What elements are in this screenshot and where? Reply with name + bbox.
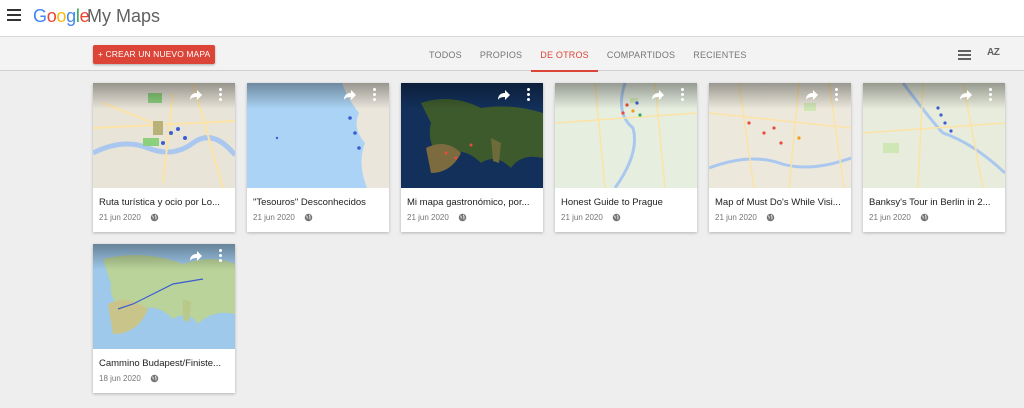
- create-map-button[interactable]: + CREAR UN NUEVO MAPA: [93, 45, 216, 64]
- map-date: 21 jun 2020: [99, 213, 141, 222]
- app-header: Google My Maps: [0, 0, 1024, 36]
- map-date: 21 jun 2020: [715, 213, 757, 222]
- more-options-icon[interactable]: [681, 88, 685, 102]
- map-title: Mi mapa gastronómico, por...: [407, 197, 530, 208]
- europe-terrain-map-thumbnail: [93, 244, 235, 349]
- map-card[interactable]: Mi mapa gastronómico, por... 21 jun 2020: [401, 83, 543, 232]
- prague-map-thumbnail: [555, 83, 697, 188]
- menu-icon[interactable]: [7, 9, 21, 21]
- globe-icon: [458, 213, 467, 222]
- globe-icon: [304, 213, 313, 222]
- more-options-icon[interactable]: [219, 88, 223, 102]
- share-icon[interactable]: [805, 89, 819, 101]
- map-date: 21 jun 2020: [253, 213, 295, 222]
- toolbar: + CREAR UN NUEVO MAPA TODOS PROPIOS DE O…: [0, 36, 1024, 72]
- map-title: "Tesouros" Desconhecidos: [253, 197, 366, 208]
- iberia-coast-map-thumbnail: [247, 83, 389, 188]
- map-card[interactable]: Map of Must Do's While Visi... 21 jun 20…: [709, 83, 851, 232]
- tab-recientes[interactable]: RECIENTES: [684, 37, 755, 72]
- globe-icon: [920, 213, 929, 222]
- europe-satellite-map-thumbnail: [401, 83, 543, 188]
- london-map-thumbnail: [93, 83, 235, 188]
- map-title: Cammino Budapest/Finiste...: [99, 358, 221, 369]
- map-title: Honest Guide to Prague: [561, 197, 663, 208]
- more-options-icon[interactable]: [989, 88, 993, 102]
- more-options-icon[interactable]: [835, 88, 839, 102]
- more-options-icon[interactable]: [373, 88, 377, 102]
- map-title: Banksy's Tour in Berlin in 2...: [869, 197, 991, 208]
- globe-icon: [150, 374, 159, 383]
- share-icon[interactable]: [959, 89, 973, 101]
- map-card[interactable]: Cammino Budapest/Finiste... 18 jun 2020: [93, 244, 235, 393]
- map-title: Ruta turística y ocio por Lo...: [99, 197, 220, 208]
- berlin-map-thumbnail: [863, 83, 1005, 188]
- globe-icon: [150, 213, 159, 222]
- map-date: 21 jun 2020: [561, 213, 603, 222]
- map-card[interactable]: "Tesouros" Desconhecidos 21 jun 2020: [247, 83, 389, 232]
- google-logo: Google: [33, 6, 90, 26]
- share-icon[interactable]: [651, 89, 665, 101]
- share-icon[interactable]: [343, 89, 357, 101]
- product-name: My Maps: [87, 6, 161, 26]
- globe-icon: [766, 213, 775, 222]
- more-options-icon[interactable]: [527, 88, 531, 102]
- map-date: 18 jun 2020: [99, 374, 141, 383]
- share-icon[interactable]: [497, 89, 511, 101]
- globe-icon: [612, 213, 621, 222]
- share-icon[interactable]: [189, 250, 203, 262]
- filter-tabs: TODOS PROPIOS DE OTROS COMPARTIDOS RECIE…: [420, 37, 756, 72]
- map-title: Map of Must Do's While Visi...: [715, 197, 841, 208]
- tab-propios[interactable]: PROPIOS: [471, 37, 531, 72]
- tab-de-otros[interactable]: DE OTROS: [531, 37, 598, 72]
- map-date: 21 jun 2020: [869, 213, 911, 222]
- city-map-thumbnail: [709, 83, 851, 188]
- map-card[interactable]: Honest Guide to Prague 21 jun 2020: [555, 83, 697, 232]
- map-card[interactable]: Ruta turística y ocio por Lo... 21 jun 2…: [93, 83, 235, 232]
- map-date: 21 jun 2020: [407, 213, 449, 222]
- sort-az-icon[interactable]: AZ: [987, 47, 1000, 58]
- more-options-icon[interactable]: [219, 249, 223, 263]
- share-icon[interactable]: [189, 89, 203, 101]
- list-view-icon[interactable]: [958, 50, 971, 60]
- tab-todos[interactable]: TODOS: [420, 37, 471, 72]
- map-card[interactable]: Banksy's Tour in Berlin in 2... 21 jun 2…: [863, 83, 1005, 232]
- tab-compartidos[interactable]: COMPARTIDOS: [598, 37, 684, 72]
